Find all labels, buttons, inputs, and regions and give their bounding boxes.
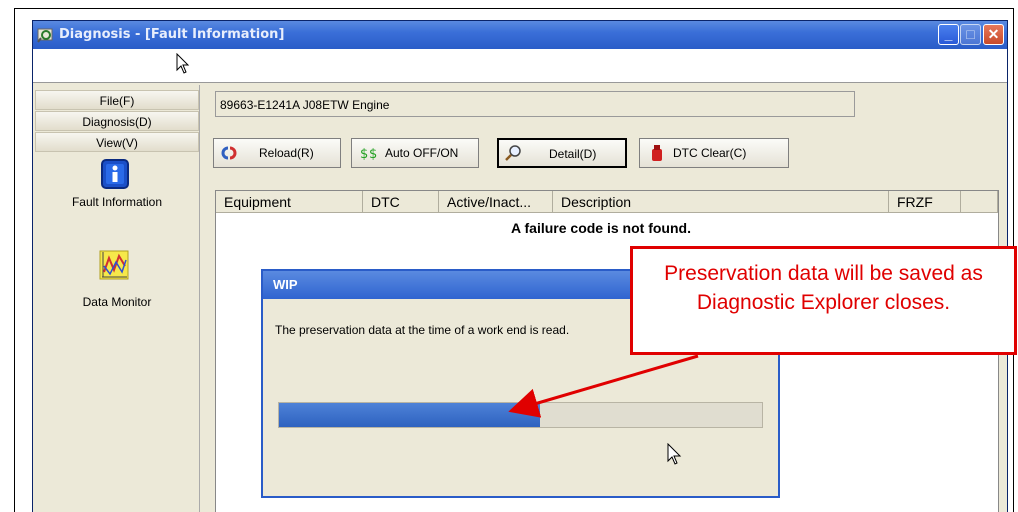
annotation-callout: Preservation data will be saved as Diagn…	[630, 246, 1017, 355]
